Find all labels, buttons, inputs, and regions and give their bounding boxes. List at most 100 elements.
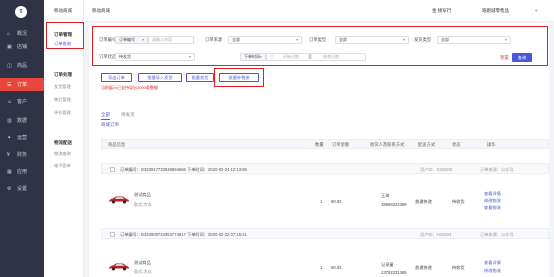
sidebar-item-customers[interactable]: ☺ 客户: [0, 95, 44, 108]
sidebar-item-finance[interactable]: ¥ 财务: [0, 148, 44, 161]
gear-icon: ⚙: [7, 185, 12, 192]
export-orders-button[interactable]: 导出订单: [101, 73, 132, 82]
order-checkbox[interactable]: [110, 167, 115, 172]
receiver-name: 记录童: [381, 262, 394, 267]
batch-ship-button[interactable]: 批量发货: [186, 73, 214, 82]
chevron-down-icon: ▾: [141, 37, 144, 42]
col-amount: 订单金额: [332, 142, 350, 147]
subnav-highlight-box: [46, 22, 84, 49]
time-type-select[interactable]: 下单时间 ▾: [240, 53, 266, 61]
star-icon: ✦: [7, 134, 12, 141]
col-qty: 数量: [315, 142, 324, 147]
subnav-item-logistics-query[interactable]: 物流查询: [54, 151, 71, 157]
col-ops: 操作: [487, 142, 496, 147]
edit-logistics-link[interactable]: 修改物流: [484, 198, 501, 204]
date-range-input[interactable]: ▢ 开始日期 至 结束日期: [266, 53, 366, 61]
ship-type-label: 发货类型: [414, 37, 432, 42]
shop-icon: ▣: [7, 43, 12, 50]
receiver-name: 王琦: [381, 193, 390, 198]
order-header-row: 订单编号：D333917732849694656 下单时间：2020-02-24…: [101, 163, 549, 174]
table-header: 商品信息 数量 订单金额 收货人及联系方式 配送方式 状态 操作: [101, 139, 549, 149]
subnav-item-aftersale[interactable]: 售后管理: [54, 97, 71, 103]
col-receiver: 收货人及联系方式: [370, 142, 405, 147]
yen-icon: ¥: [7, 151, 10, 158]
order-status: 待收货: [452, 265, 465, 270]
query-button[interactable]: 查询: [512, 53, 532, 62]
type-label: 订单类型: [309, 37, 327, 42]
view-logistics-link[interactable]: 查看物流: [484, 205, 501, 211]
sidebar-item-settings[interactable]: ⚙ 设置: [0, 182, 44, 195]
shop-switch[interactable]: 跑跑城零售品: [482, 8, 509, 14]
chart-icon: ▥: [7, 117, 12, 124]
order-amount: ¥0.02: [331, 199, 342, 204]
subnav-group-order-process: 订单处理: [54, 72, 72, 77]
goods-icon: ◫: [7, 62, 12, 69]
logo: ¢: [15, 6, 27, 18]
col-status: 状态: [452, 142, 461, 147]
sidebar-item-goods[interactable]: ◫ 商品: [0, 59, 44, 72]
sidebar-item-shop[interactable]: ▣ 店铺: [0, 40, 44, 53]
main-sidebar: ¢ ⌂ 概况 ▣ 店铺 ◫ 商品 ☰ 订单 ☺ 客户 ▥ 数据 ✦ 运营 ¥ 财务 ▦ 应用 ⚙ 设…: [0, 0, 44, 277]
order-amount: ¥0.02: [331, 265, 342, 270]
order-checkbox[interactable]: [110, 232, 115, 237]
home-icon: ⌂: [7, 30, 11, 37]
view-detail-link[interactable]: 查看详情: [484, 191, 501, 197]
grid-icon: ▦: [7, 168, 12, 175]
product-spec: 款式:大众: [134, 202, 152, 207]
status-select[interactable]: 待发货 ▾: [115, 53, 195, 61]
subnav-header: 移动商城: [54, 8, 72, 13]
calendar-icon: ▢: [270, 54, 274, 59]
tab-mall-orders[interactable]: 商城订单: [101, 122, 119, 128]
chevron-down-icon: ▾: [504, 37, 507, 42]
tab-all[interactable]: 全部: [101, 112, 110, 120]
orders-icon: ☰: [7, 81, 12, 88]
chevron-down-icon: ▾: [259, 54, 262, 59]
tab-pending[interactable]: 待发货: [121, 112, 135, 118]
subnav-item-review[interactable]: 评价管理: [54, 110, 71, 116]
col-ship: 配送方式: [418, 142, 436, 147]
sidebar-item-marketing[interactable]: ✦ 运营: [0, 131, 44, 144]
order-no-label: 订单编号: [99, 37, 117, 42]
breadcrumb: 移动商城: [92, 8, 110, 13]
subnav-group-logistics: 物流配送: [54, 140, 72, 145]
product-name[interactable]: 测试商品: [134, 260, 151, 266]
export-tip: 当前展示已支持导出1000条数据: [101, 85, 158, 90]
order-header-row: 订单编号：D333909734354774917 下单时间：2020-02-22…: [101, 228, 549, 239]
type-select[interactable]: 全部 ▾: [335, 36, 409, 44]
reset-button[interactable]: 重置: [500, 55, 509, 61]
chevron-down-icon: ▾: [402, 37, 405, 42]
order-qty: 1: [320, 199, 323, 204]
order-qty: 1: [320, 265, 323, 270]
subnav-item-waybill[interactable]: 电子面单: [54, 163, 71, 169]
order-no-type-select[interactable]: 订单编号 ▾: [115, 36, 148, 44]
batch-import-ship-button[interactable]: 批量导入发货: [138, 73, 182, 82]
receiver-phone: 13792331365: [381, 270, 407, 275]
chevron-down-icon: ▾: [188, 54, 191, 59]
top-bar: 移动商城 金 杨军行 跑跑城零售品 ▾: [84, 0, 554, 22]
view-detail-link[interactable]: 查看详情: [484, 260, 501, 266]
chevron-down-icon[interactable]: ▾: [535, 8, 537, 14]
source-label: 订单来源: [205, 37, 223, 42]
product-image: [109, 263, 129, 271]
product-name[interactable]: 测试商品: [134, 192, 151, 198]
chevron-down-icon: ▾: [295, 37, 298, 42]
ship-method: 普通快递: [415, 265, 432, 270]
product-image: [109, 196, 129, 204]
order-status: 待收货: [452, 199, 465, 204]
account-link[interactable]: 金 杨军行: [432, 8, 451, 14]
col-product: 商品信息: [108, 142, 126, 147]
ship-type-select[interactable]: 全部 ▾: [437, 36, 511, 44]
status-label: 订单状态: [99, 54, 117, 59]
source-select[interactable]: 全部 ▾: [228, 36, 302, 44]
product-spec: 款式:大众: [134, 269, 152, 274]
edit-logistics-link[interactable]: 修改物流: [484, 268, 501, 274]
sidebar-item-overview[interactable]: ⌂ 概况: [0, 27, 44, 40]
sidebar-item-orders[interactable]: ☰ 订单: [0, 78, 44, 91]
sidebar-item-apps[interactable]: ▦ 应用: [0, 165, 44, 178]
receiver-phone: 18566322369: [381, 202, 407, 207]
sidebar-item-data[interactable]: ▥ 数据: [0, 114, 44, 127]
order-no-input[interactable]: 请输入内容: [148, 36, 194, 44]
subnav-item-ship-manage[interactable]: 发货管理: [54, 84, 71, 90]
batch-logistics-highlight-box: [214, 68, 264, 87]
ship-method: 普通快递: [415, 199, 432, 204]
